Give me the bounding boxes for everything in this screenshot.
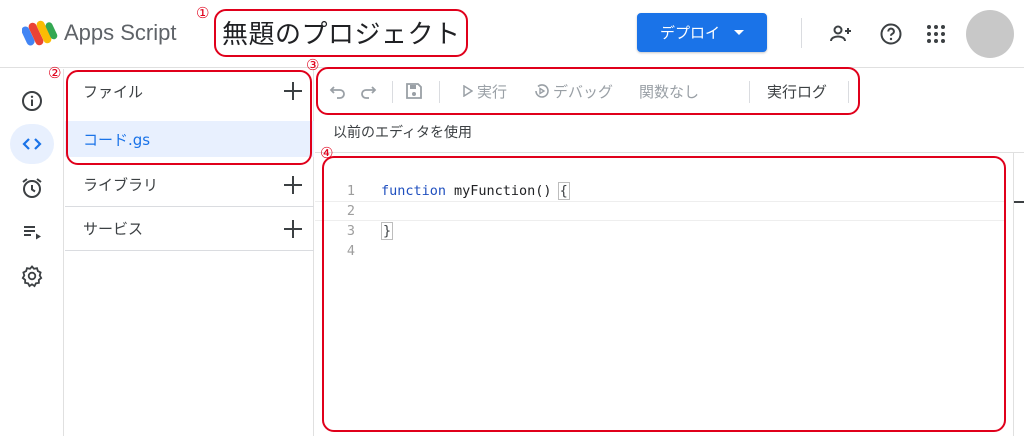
toolbar-divider: [749, 81, 750, 103]
services-label: サービス: [83, 220, 144, 238]
help-icon[interactable]: [879, 22, 903, 46]
deploy-label: デプロイ: [659, 24, 720, 42]
undo-icon[interactable]: [329, 79, 347, 103]
executions-icon[interactable]: [10, 212, 54, 252]
scrollbar-marker[interactable]: [1014, 201, 1024, 203]
files-header: ファイル: [65, 69, 314, 113]
apps-grid-icon[interactable]: [924, 22, 948, 46]
line-number: 3: [346, 223, 355, 239]
code-keyword: function: [381, 183, 447, 199]
code-editor[interactable]: 1 function myFunction() { 2 3 } 4: [315, 152, 1024, 436]
debug-icon: [535, 84, 549, 98]
toolbar-divider: [848, 81, 849, 103]
debug-label: デバッグ: [553, 82, 614, 101]
left-rail: [0, 69, 64, 436]
play-icon: [463, 85, 473, 97]
line-number: 4: [346, 243, 355, 259]
alarm-icon[interactable]: [10, 168, 54, 208]
file-name: コード.gs: [83, 130, 151, 149]
code-close-brace: }: [381, 222, 394, 240]
code-line: 1 function myFunction() {: [315, 181, 1005, 201]
toolbar-divider: [439, 81, 440, 103]
editor-ruler: [1013, 153, 1014, 436]
libraries-row: ライブラリ: [65, 163, 314, 207]
files-panel: ファイル コード.gs ライブラリ サービス: [65, 69, 314, 436]
avatar[interactable]: [966, 10, 1014, 58]
add-library-icon[interactable]: [284, 175, 302, 194]
app-name: Apps Script: [64, 20, 177, 45]
run-button[interactable]: 実行: [463, 79, 507, 103]
code-open-brace: {: [557, 182, 570, 200]
function-select[interactable]: 関数なし: [639, 79, 699, 103]
annotation-number-2: ②: [48, 64, 62, 82]
annotation-number-3: ③: [306, 56, 320, 74]
run-label: 実行: [477, 82, 508, 101]
use-legacy-editor-link[interactable]: 以前のエディタを使用: [333, 122, 472, 142]
execution-log-button[interactable]: 実行ログ: [767, 79, 827, 103]
line-number: 2: [346, 203, 355, 219]
annotation-number-1: ①: [196, 4, 210, 22]
project-title[interactable]: 無題のプロジェクト: [222, 14, 461, 51]
code-line-current: 2: [315, 201, 1005, 221]
deploy-button[interactable]: デプロイ: [637, 13, 767, 52]
header-divider: [801, 18, 802, 48]
toolbar-divider: [392, 81, 393, 103]
add-service-icon[interactable]: [284, 219, 302, 238]
debug-button[interactable]: デバッグ: [533, 79, 613, 103]
caret-down-icon: [734, 30, 744, 35]
code-icon[interactable]: [10, 124, 54, 164]
annotation-number-4: ④: [320, 144, 334, 162]
code-line: 3 }: [315, 221, 1005, 241]
libraries-label: ライブラリ: [83, 176, 159, 194]
editor-toolbar: 実行 デバッグ 関数なし 実行ログ: [315, 69, 1024, 115]
info-icon[interactable]: [10, 81, 54, 121]
redo-icon[interactable]: [359, 79, 377, 103]
top-bar: Apps Script 無題のプロジェクト デプロイ: [0, 0, 1024, 68]
code-line: 4: [315, 241, 1005, 261]
code-function-signature: myFunction(): [454, 183, 552, 199]
files-label: ファイル: [83, 82, 144, 101]
save-icon[interactable]: [405, 79, 423, 103]
function-select-value: 関数なし: [639, 82, 700, 101]
file-item-code-gs[interactable]: コード.gs: [65, 121, 314, 157]
settings-icon[interactable]: [10, 256, 54, 296]
add-person-icon[interactable]: [829, 22, 853, 46]
line-number: 1: [346, 183, 355, 199]
execution-log-label: 実行ログ: [767, 82, 828, 101]
apps-script-logo-icon: [22, 20, 58, 46]
add-file-icon[interactable]: [284, 82, 302, 100]
services-row: サービス: [65, 207, 314, 251]
